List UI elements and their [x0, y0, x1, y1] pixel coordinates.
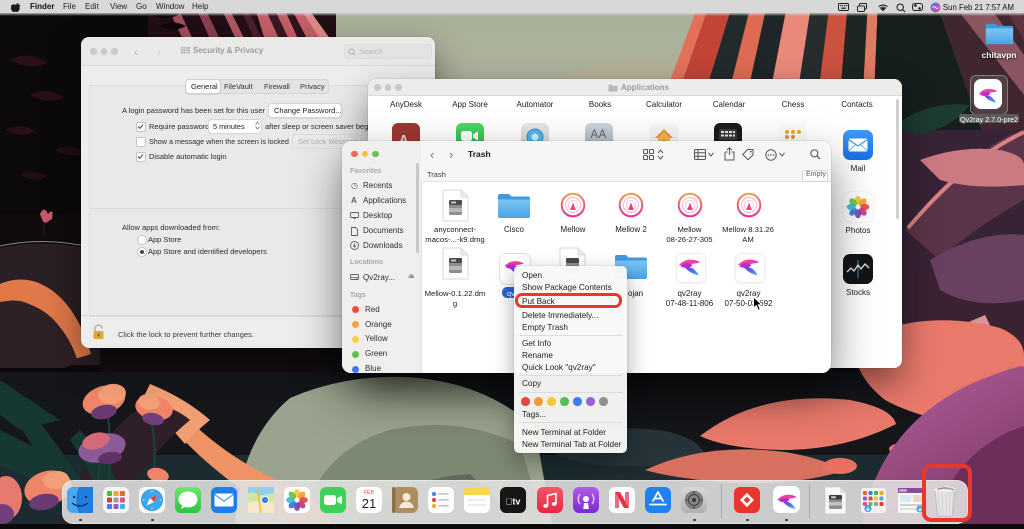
svg-text:tv: tv — [506, 497, 521, 507]
svg-text:21: 21 — [362, 496, 376, 511]
